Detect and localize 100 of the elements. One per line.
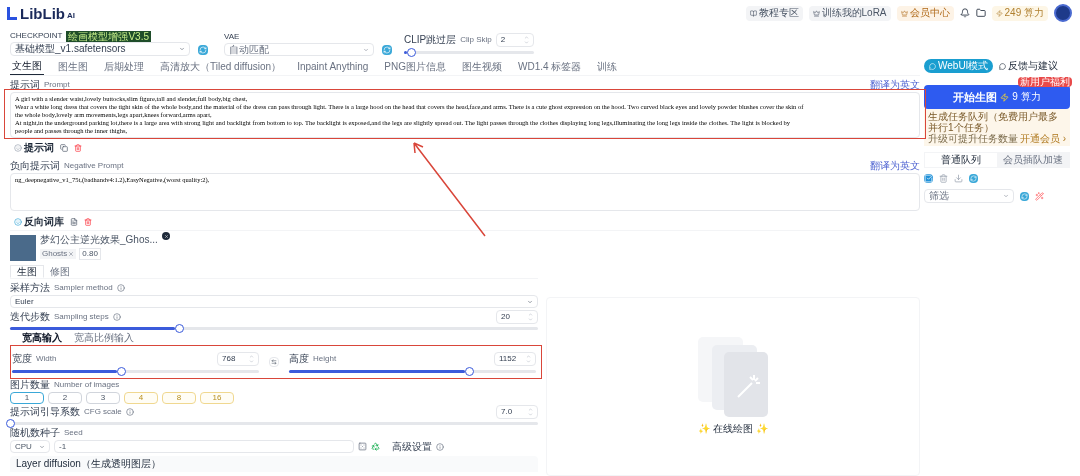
- option-label[interactable]: 高级设置: [392, 441, 432, 452]
- field-label: 提示词: [10, 80, 40, 90]
- upgrade-link[interactable]: 开通会员 ›: [1019, 134, 1066, 144]
- header-link[interactable]: 教程专区: [745, 5, 803, 21]
- header-link[interactable]: 会员中心: [896, 5, 954, 21]
- field-label-english: Seed: [64, 429, 83, 437]
- document-icon[interactable]: [70, 217, 78, 226]
- field-label-english: Number of images: [54, 381, 120, 389]
- book-icon: [749, 9, 757, 17]
- cost-label: 9 算力: [1012, 92, 1041, 102]
- close-icon[interactable]: [68, 251, 75, 257]
- vae-select[interactable]: 自动匹配: [224, 43, 374, 56]
- mode-tab[interactable]: 文生图: [10, 58, 44, 75]
- feedback-button[interactable]: 反馈与建议: [997, 59, 1061, 73]
- slider-thumb[interactable]: [465, 366, 475, 376]
- lightning-icon: [1000, 92, 1010, 102]
- seed-input[interactable]: -1: [54, 440, 354, 453]
- steps-input[interactable]: 20: [496, 310, 538, 324]
- slider-track[interactable]: [12, 369, 259, 373]
- sub-tab[interactable]: 修图: [44, 265, 76, 278]
- field-label-english: Sampler method: [54, 284, 113, 292]
- image-count-option[interactable]: 3: [86, 392, 120, 404]
- field-label: 采样方法: [10, 283, 50, 293]
- field-label: 宽度: [12, 353, 32, 364]
- size-mode-toggle[interactable]: 宽高比例输入: [70, 333, 138, 343]
- mode-tab[interactable]: 后期处理: [102, 58, 146, 75]
- smile-icon: [14, 217, 22, 226]
- image-count-option[interactable]: 1: [10, 392, 44, 404]
- sampler-select[interactable]: Euler: [10, 295, 538, 308]
- mode-tab[interactable]: PNG图片信息: [382, 58, 448, 75]
- height-input[interactable]: 1152: [494, 351, 536, 366]
- mode-tab[interactable]: 图生图: [56, 58, 90, 75]
- field-label: 随机数种子: [10, 428, 60, 438]
- delete-icon[interactable]: [84, 217, 92, 226]
- translate-link[interactable]: 翻译为英文: [870, 80, 920, 90]
- model-badge: 绘画模型增强V3.5: [66, 30, 152, 42]
- info-icon: [116, 284, 125, 292]
- gallery-label: ✨ 在线绘图 ✨: [698, 422, 768, 436]
- sub-tab[interactable]: 生图: [10, 265, 44, 278]
- slider-thumb[interactable]: [406, 48, 416, 57]
- layer-diffusion-panel[interactable]: Layer diffusion（生成透明图层）: [10, 456, 538, 472]
- checkbox-icon[interactable]: [924, 174, 933, 183]
- field-label: 高度: [289, 353, 309, 364]
- copy-icon[interactable]: [60, 144, 68, 152]
- device-select[interactable]: CPU: [10, 440, 50, 453]
- refresh-icon[interactable]: [969, 174, 978, 183]
- swap-icon[interactable]: [269, 357, 279, 367]
- size-mode-toggle[interactable]: 宽高输入: [18, 333, 66, 343]
- generate-label[interactable]: 开始生图: [953, 91, 998, 103]
- folder-icon[interactable]: [975, 8, 986, 18]
- mode-tab[interactable]: 训练: [595, 58, 620, 75]
- slider-thumb[interactable]: [174, 323, 184, 333]
- mode-tab[interactable]: 高清放大（Tiled diffusion）: [158, 58, 284, 75]
- translate-link[interactable]: 翻译为英文: [870, 161, 920, 171]
- clip-skip-input[interactable]: 2: [495, 33, 534, 47]
- filter-select[interactable]: 筛选: [924, 189, 1014, 203]
- recycle-icon[interactable]: [371, 442, 380, 451]
- logo-text: LibLib: [20, 5, 65, 21]
- chat-icon: [999, 62, 1007, 70]
- refresh-icon[interactable]: [382, 45, 392, 55]
- slider-track[interactable]: [10, 326, 538, 330]
- slider-thumb[interactable]: [116, 366, 126, 376]
- mode-tab[interactable]: WD1.4 标签器: [516, 58, 584, 75]
- chevron-down-icon: [1003, 193, 1009, 199]
- panel-title: Layer diffusion（生成透明图层）: [16, 459, 161, 469]
- image-count-option[interactable]: 2: [48, 392, 82, 404]
- dice-icon[interactable]: [358, 442, 367, 451]
- negative-library-button[interactable]: 反向词库: [14, 216, 64, 227]
- download-icon[interactable]: [954, 174, 963, 183]
- delete-icon[interactable]: [939, 174, 948, 183]
- queue-tab[interactable]: 普通队列: [925, 153, 997, 167]
- slider-track[interactable]: [289, 369, 536, 373]
- field-label: 迭代步数: [10, 312, 50, 322]
- chat-icon: [929, 62, 936, 70]
- header-link[interactable]: 训练我的LoRA: [808, 5, 891, 21]
- slider-thumb[interactable]: [6, 418, 15, 428]
- refresh-icon[interactable]: [1020, 191, 1029, 201]
- prompt-library-button[interactable]: 提示词: [14, 143, 54, 153]
- field-label-english: CFG scale: [84, 408, 122, 416]
- width-input[interactable]: 768: [217, 351, 259, 366]
- promo-badge: 新用户福利: [1018, 77, 1072, 87]
- logo-icon: [6, 6, 18, 20]
- avatar[interactable]: [1054, 4, 1072, 22]
- notification-icon[interactable]: [959, 8, 970, 18]
- smile-icon: [14, 144, 22, 152]
- lightning-icon: [995, 9, 1003, 17]
- mode-tab[interactable]: Inpaint Anything: [295, 58, 371, 75]
- cfg-input[interactable]: 7.0: [496, 405, 538, 419]
- checkpoint-select[interactable]: 基础模型_v1.safetensors: [10, 42, 190, 56]
- logo-superscript: AI: [67, 11, 75, 20]
- remove-icon[interactable]: [162, 232, 170, 240]
- field-label: VAE: [224, 31, 241, 43]
- queue-tab[interactable]: 会员插队加速: [997, 153, 1069, 167]
- mode-tab[interactable]: 图生视频: [460, 58, 504, 75]
- delete-icon[interactable]: [74, 144, 82, 152]
- lora-tag[interactable]: Ghosts: [40, 249, 77, 259]
- photo-placeholder: [10, 235, 36, 261]
- field-label: 提示词引导系数: [10, 407, 80, 417]
- lora-weight[interactable]: 0.80: [79, 248, 101, 260]
- refresh-icon[interactable]: [198, 45, 208, 55]
